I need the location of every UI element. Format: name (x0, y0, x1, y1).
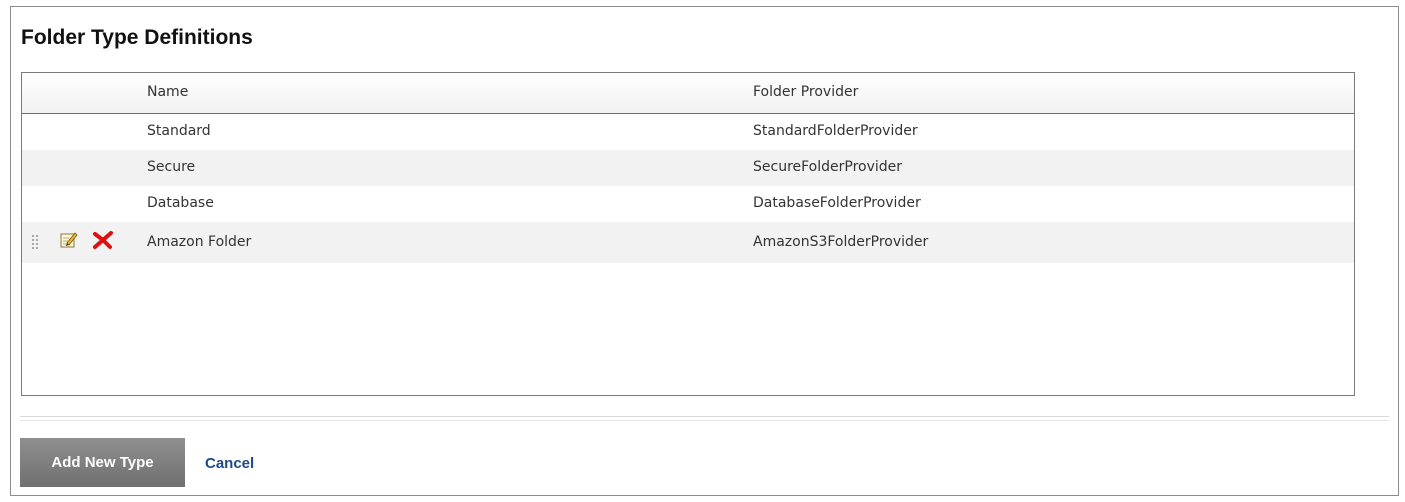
row-name: Amazon Folder (147, 234, 252, 250)
table-row[interactable]: Amazon Folder AmazonS3FolderProvider (22, 222, 1354, 263)
delete-icon[interactable] (92, 230, 114, 250)
drag-handle-icon[interactable] (32, 235, 38, 249)
row-name: Standard (147, 123, 211, 139)
column-header-name[interactable]: Name (147, 84, 188, 100)
column-header-folder-provider[interactable]: Folder Provider (753, 84, 858, 100)
table-row[interactable]: Database DatabaseFolderProvider (22, 186, 1354, 222)
table-row[interactable]: Secure SecureFolderProvider (22, 150, 1354, 186)
edit-icon[interactable] (60, 231, 78, 249)
grid-header: Name Folder Provider (22, 73, 1354, 114)
row-provider: AmazonS3FolderProvider (753, 234, 929, 250)
cancel-link[interactable]: Cancel (205, 455, 254, 472)
folder-type-grid: Name Folder Provider Standard StandardFo… (21, 72, 1355, 396)
table-row[interactable]: Standard StandardFolderProvider (22, 114, 1354, 150)
row-name: Secure (147, 159, 196, 175)
page-title: Folder Type Definitions (21, 26, 253, 49)
divider (20, 416, 1389, 421)
row-provider: SecureFolderProvider (753, 159, 903, 175)
row-name: Database (147, 195, 214, 211)
add-new-type-button[interactable]: Add New Type (20, 438, 185, 487)
row-provider: DatabaseFolderProvider (753, 195, 921, 211)
row-provider: StandardFolderProvider (753, 123, 918, 139)
